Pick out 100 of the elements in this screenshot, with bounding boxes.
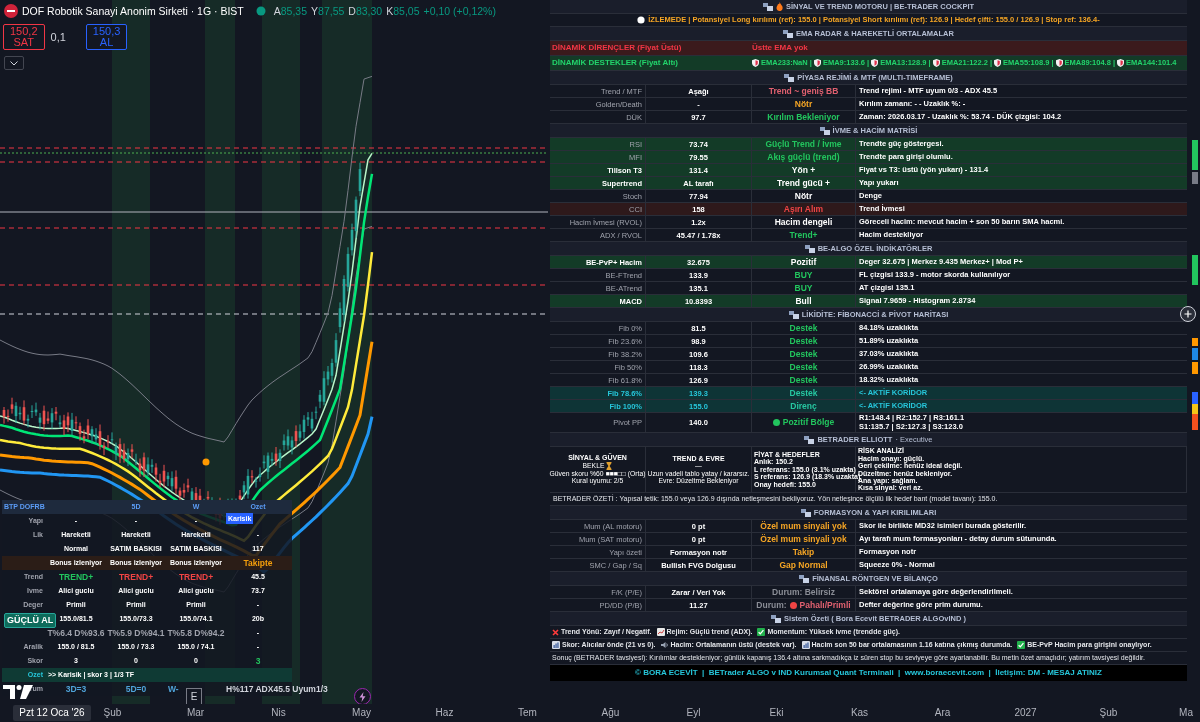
section-icon (783, 29, 794, 38)
sell-button[interactable]: 150,2 SAT (3, 24, 45, 50)
table-cell: H%117 ADX45.5 Uyum1/3 (226, 682, 328, 696)
time-label: May (351, 706, 372, 720)
table-cell: W- (168, 682, 179, 696)
status-text: Destek (789, 374, 818, 387)
status-text: Akış güçlü (trend) (767, 151, 840, 164)
time-label: Ağu (600, 706, 621, 720)
status-text: Pozitif Bölge (782, 416, 835, 429)
time-label: Ma (1178, 706, 1194, 720)
shield-icon (813, 59, 821, 67)
status-text: Özel mum sinyali yok (760, 520, 847, 533)
status-label: Durum: (756, 599, 787, 612)
time-label: 2027 (1013, 706, 1038, 720)
time-label: Eyl (685, 706, 702, 720)
section-icon (771, 614, 782, 623)
table-cell: 3 (255, 654, 261, 668)
status-text: Direnç (790, 400, 817, 413)
lightning-icon (359, 691, 366, 702)
section-icon (819, 126, 830, 135)
signal-badge: GÜÇLÜ AL (4, 613, 57, 628)
section-icon (788, 310, 799, 319)
table-cell: TREND+ (118, 570, 154, 584)
status-text: BUY (794, 269, 813, 282)
time-label: Pzt 12 Oca '26 (13, 705, 91, 721)
ohlc-label: Y (311, 4, 319, 18)
time-label: Şub (102, 706, 123, 720)
time-label: Eki (768, 706, 785, 720)
table-cell: TREND+ (178, 570, 214, 584)
bar-chart-icon (801, 641, 810, 649)
ema-value: Üstte EMA yok (752, 42, 808, 54)
status-text: Takip (792, 546, 815, 559)
status-text: Nötr (794, 98, 813, 111)
status-text: Destek (789, 322, 818, 335)
price-change: +0,10 (+0,12%) (423, 4, 496, 18)
section-icon (799, 574, 810, 583)
time-label: Nis (270, 706, 287, 720)
section-icon (762, 2, 773, 11)
table-cell: T%5.8 D%94.2 (167, 626, 225, 640)
bar-chart-icon (552, 641, 560, 649)
ohlc-value: 87,55 (318, 4, 345, 18)
symbol-title: DOF Robotik Sanayi Anonim Sirketi · 1G · BIST (22, 4, 244, 18)
logo-icon (4, 4, 18, 18)
table-cell: Takipte (243, 556, 273, 570)
status-text: Özel mum sinyali yok (760, 533, 847, 546)
cross-icon (552, 628, 559, 636)
table-cell: 5D=0 (125, 682, 147, 696)
hourglass-icon (606, 461, 613, 470)
add-button[interactable] (1180, 306, 1196, 322)
status-text: Bull (795, 295, 812, 308)
status-text: BUY (794, 282, 813, 295)
chart-icon (656, 628, 665, 636)
buy-button[interactable]: 150,3 AL (85, 24, 128, 50)
status-text: Hacim dengeli (774, 216, 833, 229)
status-text: Destek (789, 387, 818, 400)
status-text: Pozitif (790, 256, 817, 269)
shield-icon (752, 59, 759, 67)
time-label: Ara (933, 706, 952, 720)
ohlc-value: 83,30 (355, 4, 383, 18)
status-text: Trend gücü + (776, 177, 831, 190)
status-text: Trend+ (789, 229, 818, 242)
shield-icon (1055, 59, 1063, 67)
status-text: Kırılım Bekleniyor (767, 111, 840, 124)
ohlc-label: D (348, 4, 356, 18)
shield-icon (994, 59, 1002, 67)
collapse-button[interactable] (4, 56, 24, 70)
section-icon (800, 508, 811, 517)
marker-dot (202, 458, 210, 466)
shield-icon (932, 59, 940, 67)
status-text: Destek (789, 361, 818, 374)
status-text: Gap Normal (779, 559, 828, 572)
status-text: Durum: Belirsiz (772, 586, 835, 599)
time-label: Tem (517, 706, 538, 720)
table-cell: TREND+ (58, 570, 94, 584)
ohlc-label: A (273, 4, 281, 18)
check-icon (1017, 641, 1026, 649)
time-label: Kas (849, 706, 870, 720)
status-text: Destek (789, 348, 818, 361)
table-cell: 3D=3 (65, 682, 87, 696)
section-icon (804, 435, 815, 444)
ohlc-label: K (386, 4, 394, 18)
table-cell: T%6.4 D%93.6 (47, 626, 105, 640)
time-label: Şub (1098, 706, 1119, 720)
plus-icon (1184, 310, 1192, 318)
status-text: Aşırı Alım (783, 203, 824, 216)
shield-icon (871, 59, 879, 67)
spread-value: 0,1 (50, 29, 66, 45)
circle-icon (637, 16, 646, 24)
table-cell: T%5.9 D%94.1 (107, 626, 165, 640)
status-text: Destek (789, 335, 818, 348)
ohlc-value: 85,35 (280, 4, 308, 18)
section-icon (804, 244, 815, 253)
time-label: Haz (434, 706, 455, 720)
status-text: Yön + (791, 164, 816, 177)
check-icon (757, 628, 766, 636)
status-text: Pahalı/Primli (799, 599, 851, 612)
time-label: Mar (185, 706, 206, 720)
section-icon (784, 73, 795, 82)
speaker-icon (660, 641, 669, 649)
status-text: Trend ~ geniş BB (768, 85, 839, 98)
